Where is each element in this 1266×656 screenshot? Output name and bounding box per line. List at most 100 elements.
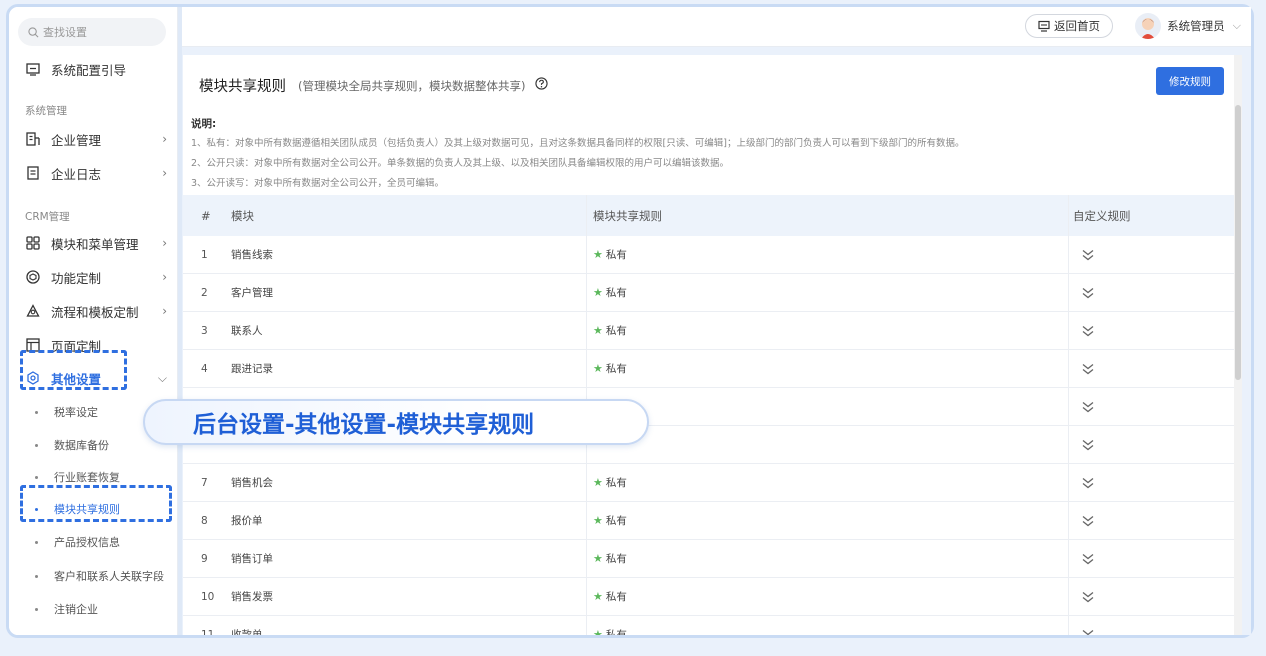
description-line: 2、公开只读：对象中所有数据对全公司公开。单条数据的负责人及其上级、以及相关团队… — [191, 158, 730, 169]
sidebar-item-other-settings[interactable]: 其他设置 ⌵ — [25, 368, 167, 388]
table-row[interactable]: 7 销售机会 ★ 私有 — [183, 464, 1234, 502]
bullet-icon — [35, 540, 38, 544]
bullet-icon — [35, 475, 38, 479]
sub-item-module-share[interactable]: 模块共享规则 — [35, 500, 120, 518]
sub-item-deregister[interactable]: 注销企业 — [35, 600, 98, 618]
star-icon: ★ — [593, 590, 603, 603]
row-share-rule-text: 私有 — [605, 477, 627, 489]
sub-item-license[interactable]: 产品授权信息 — [35, 533, 120, 551]
sidebar-item-enterprise-log[interactable]: 企业日志 › — [25, 163, 167, 183]
gear-icon — [25, 370, 41, 386]
chevron-down-icon: ⌵ — [157, 371, 167, 385]
sub-item-customer-contact-fields[interactable]: 客户和联系人关联字段 — [35, 567, 164, 585]
group-label-crm: CRM管理 — [25, 211, 70, 223]
row-share-rule: ★ 私有 — [593, 236, 627, 273]
row-module: 报价单 — [231, 515, 263, 527]
expand-icon[interactable] — [1081, 426, 1095, 463]
row-module: 联系人 — [231, 325, 263, 337]
cube-icon — [25, 269, 41, 285]
row-share-rule: ★ 私有 — [593, 350, 627, 387]
sidebar-item-flow-template[interactable]: 流程和模板定制 › — [25, 301, 167, 321]
expand-icon[interactable] — [1081, 616, 1095, 635]
expand-icon[interactable] — [1081, 464, 1095, 501]
row-share-rule: ★ 私有 — [593, 540, 627, 577]
row-share-rule-text: 私有 — [605, 363, 627, 375]
bullet-icon — [35, 607, 38, 611]
table-row[interactable]: 3 联系人 ★ 私有 — [183, 312, 1234, 350]
row-share-rule: ★ 私有 — [593, 578, 627, 615]
star-icon: ★ — [593, 628, 603, 635]
home-button-label: 返回首页 — [1054, 19, 1100, 33]
row-share-rule: ★ 私有 — [593, 464, 627, 501]
sidebar-item-page-custom[interactable]: 页面定制 — [25, 335, 165, 355]
expand-icon[interactable] — [1081, 312, 1095, 349]
home-button[interactable]: 返回首页 — [1025, 14, 1113, 38]
table-row[interactable]: 10 销售发票 ★ 私有 — [183, 578, 1234, 616]
expand-icon[interactable] — [1081, 350, 1095, 387]
expand-icon[interactable] — [1081, 236, 1095, 273]
star-icon: ★ — [593, 324, 603, 337]
row-share-rule-text: 私有 — [605, 287, 627, 299]
main-card: 模块共享规则 (管理模块全局共享规则，模块数据整体共享) 修改规则 说明: 1、… — [183, 55, 1234, 635]
row-module: 销售发票 — [231, 591, 273, 603]
row-module: 销售机会 — [231, 477, 273, 489]
group-label-system: 系统管理 — [25, 105, 67, 117]
chevron-down-icon: ⌵ — [1232, 19, 1241, 32]
user-menu[interactable]: 系统管理员 ⌵ — [1135, 12, 1241, 40]
search-icon — [28, 26, 39, 37]
sidebar-item-label: 功能定制 — [51, 270, 102, 286]
column-header-custom-rule: 自定义规则 — [1073, 208, 1131, 223]
table-row[interactable]: 9 销售订单 ★ 私有 — [183, 540, 1234, 578]
sidebar-item-label: 其他设置 — [51, 371, 102, 387]
sub-item-label: 税率设定 — [54, 406, 98, 419]
sub-item-db-backup[interactable]: 数据库备份 — [35, 436, 109, 454]
row-index: 10 — [201, 590, 215, 603]
row-share-rule-text: 私有 — [605, 249, 627, 261]
monitor-icon — [1038, 20, 1050, 32]
search-input[interactable]: 查找设置 — [18, 18, 166, 46]
table-row[interactable]: 1 销售线索 ★ 私有 — [183, 236, 1234, 274]
table-row[interactable]: 2 客户管理 ★ 私有 — [183, 274, 1234, 312]
page-title-text: 模块共享规则 — [199, 79, 286, 95]
row-index: 3 — [201, 324, 208, 337]
expand-icon[interactable] — [1081, 502, 1095, 539]
scrollbar-thumb[interactable] — [1235, 105, 1241, 380]
expand-icon[interactable] — [1081, 578, 1095, 615]
column-header-index: # — [201, 208, 211, 223]
sidebar-item-guide[interactable]: 系统配置引导 — [25, 59, 165, 79]
row-share-rule-text: 私有 — [605, 325, 627, 337]
sub-item-industry-restore[interactable]: 行业账套恢复 — [35, 468, 120, 486]
sub-item-label: 客户和联系人关联字段 — [54, 570, 164, 583]
expand-icon[interactable] — [1081, 540, 1095, 577]
sidebar-item-function-custom[interactable]: 功能定制 › — [25, 267, 167, 287]
table-row[interactable]: 8 报价单 ★ 私有 — [183, 502, 1234, 540]
table-row[interactable]: 11 收款单 ★ 私有 — [183, 616, 1234, 635]
help-icon[interactable] — [535, 77, 549, 94]
edit-rules-button[interactable]: 修改规则 — [1156, 67, 1224, 95]
expand-icon[interactable] — [1081, 274, 1095, 311]
flow-icon — [25, 303, 41, 319]
sidebar: 查找设置 系统配置引导 系统管理 企业管理 › 企业日志 › CRM管理 模块和… — [9, 7, 178, 635]
avatar — [1135, 13, 1162, 39]
bullet-icon — [35, 507, 38, 511]
row-index: 2 — [201, 286, 208, 299]
page-title: 模块共享规则 (管理模块全局共享规则，模块数据整体共享) — [199, 75, 549, 96]
row-index: 1 — [201, 248, 208, 261]
sidebar-item-module-menu[interactable]: 模块和菜单管理 › — [25, 233, 167, 253]
sidebar-item-enterprise-manage[interactable]: 企业管理 › — [25, 129, 167, 149]
row-share-rule: ★ 私有 — [593, 502, 627, 539]
sidebar-item-label: 模块和菜单管理 — [51, 236, 139, 252]
row-index: 7 — [201, 476, 208, 489]
star-icon: ★ — [593, 514, 603, 527]
row-index: 4 — [201, 362, 208, 375]
star-icon: ★ — [593, 286, 603, 299]
bullet-icon — [35, 443, 38, 447]
sub-item-label: 注销企业 — [54, 603, 98, 616]
description-line: 1、私有：对象中所有数据遵循相关团队成员（包括负责人）及其上级对数据可见，且对这… — [191, 138, 965, 149]
chevron-right-icon: › — [162, 270, 167, 284]
table-row[interactable]: 4 跟进记录 ★ 私有 — [183, 350, 1234, 388]
description-title: 说明: — [191, 118, 217, 130]
sub-item-tax[interactable]: 税率设定 — [35, 403, 98, 421]
expand-icon[interactable] — [1081, 388, 1095, 425]
sidebar-item-label: 企业日志 — [51, 166, 102, 182]
